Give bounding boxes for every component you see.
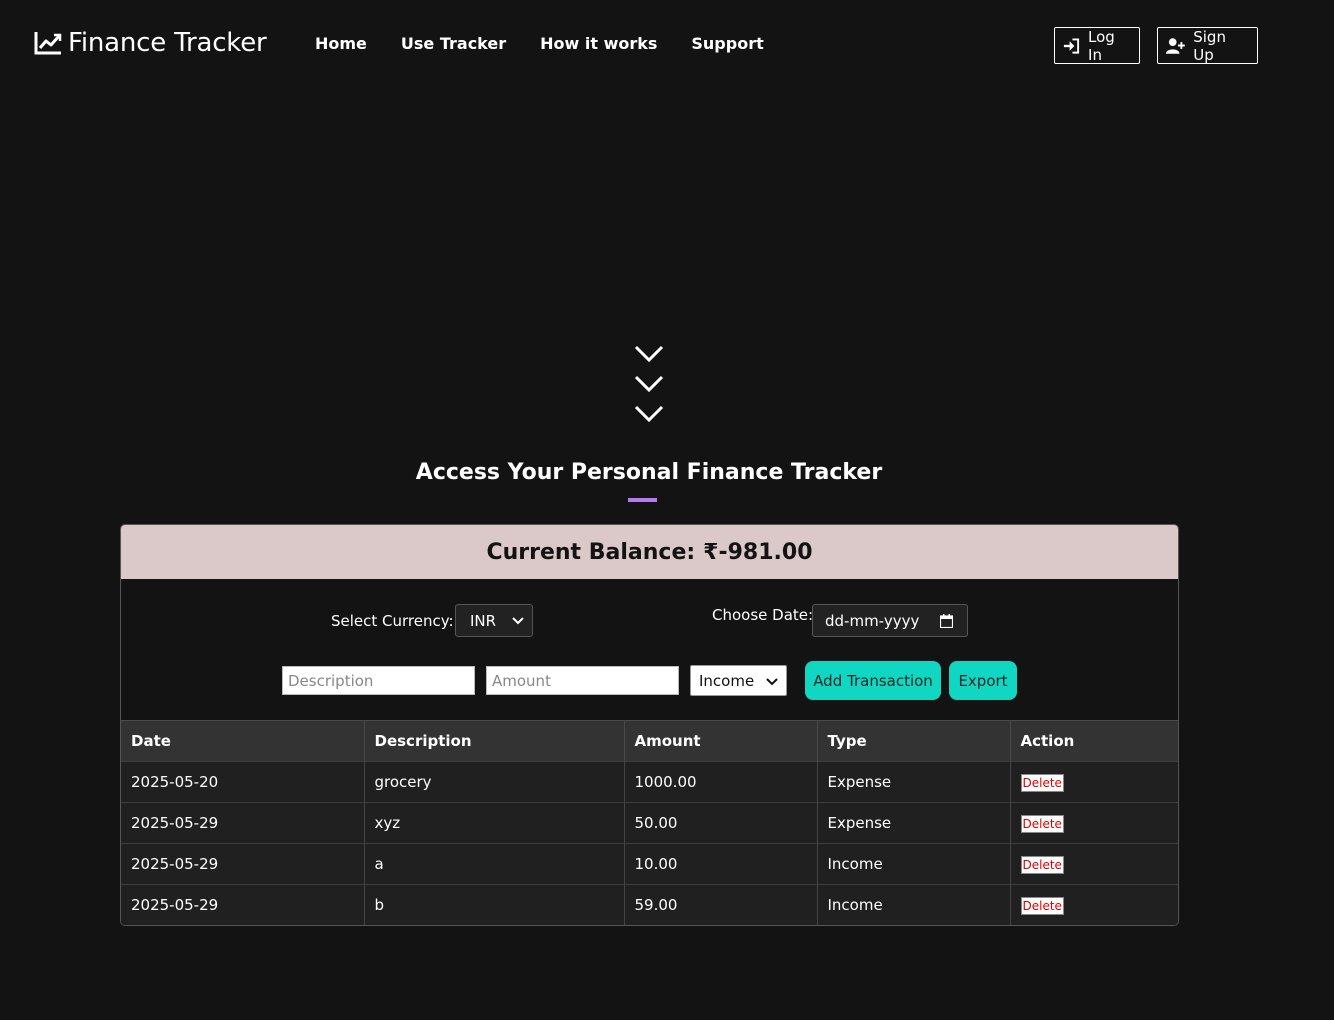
date-placeholder: dd-mm-yyyy <box>825 611 920 630</box>
currency-label: Select Currency: <box>331 612 454 630</box>
cell-date: 2025-05-29 <box>121 802 365 844</box>
nav-support[interactable]: Support <box>691 34 763 53</box>
scroll-indicator[interactable] <box>633 344 665 434</box>
date-input[interactable]: dd-mm-yyyy <box>812 604 968 637</box>
section-title: Access Your Personal Finance Tracker <box>415 460 883 485</box>
cell-action: Delete <box>1010 884 1178 925</box>
table-row: 2025-05-29 b 59.00 Income Delete <box>121 884 1178 925</box>
nav-use-tracker[interactable]: Use Tracker <box>401 34 506 53</box>
cell-date: 2025-05-29 <box>121 843 365 885</box>
balance-label: Current Balance: <box>486 539 696 565</box>
add-transaction-button[interactable]: Add Transaction <box>805 661 941 700</box>
cell-type: Expense <box>817 802 1011 844</box>
cell-type: Income <box>817 884 1011 925</box>
nav-links: Home Use Tracker How it works Support <box>315 34 798 53</box>
header-description: Description <box>364 720 625 762</box>
user-plus-icon <box>1166 37 1185 54</box>
nav-home[interactable]: Home <box>315 34 367 53</box>
brand-name: Finance Tracker <box>68 28 267 58</box>
type-value: Income <box>699 671 755 690</box>
sign-in-icon <box>1063 37 1080 54</box>
cell-amount: 10.00 <box>624 843 818 885</box>
cell-amount: 59.00 <box>624 884 818 925</box>
chevron-down-icon <box>766 678 778 686</box>
cell-amount: 1000.00 <box>624 761 818 803</box>
tracker-card: Current Balance: ₹-981.00 Select Currenc… <box>120 524 1179 926</box>
login-label: Log In <box>1088 27 1115 64</box>
export-button[interactable]: Export <box>949 661 1017 700</box>
description-placeholder: Description <box>288 671 374 690</box>
chevron-down-icon <box>512 617 524 625</box>
description-input[interactable]: Description <box>282 666 475 695</box>
chevron-down-icon <box>634 405 664 423</box>
header-type: Type <box>817 720 1011 762</box>
balance-bar: Current Balance: ₹-981.00 <box>121 525 1178 579</box>
cell-action: Delete <box>1010 802 1178 844</box>
currency-select[interactable]: INR <box>455 604 533 637</box>
chart-line-icon <box>34 32 62 55</box>
delete-button[interactable]: Delete <box>1020 814 1064 833</box>
signup-label: Sign Up <box>1193 27 1226 64</box>
nav-how-it-works[interactable]: How it works <box>540 34 657 53</box>
cell-action: Delete <box>1010 843 1178 885</box>
cell-description: b <box>364 884 625 925</box>
title-underline <box>628 498 657 502</box>
chevron-down-icon <box>634 375 664 393</box>
currency-value: INR <box>470 611 497 630</box>
signup-button[interactable]: Sign Up <box>1157 27 1258 64</box>
balance-value: ₹-981.00 <box>703 539 813 565</box>
header-action: Action <box>1010 720 1178 762</box>
login-button[interactable]: Log In <box>1054 27 1140 64</box>
delete-button[interactable]: Delete <box>1020 773 1064 792</box>
chevron-down-icon <box>634 345 664 363</box>
delete-button[interactable]: Delete <box>1020 896 1064 915</box>
cell-amount: 50.00 <box>624 802 818 844</box>
table-row: 2025-05-29 a 10.00 Income Delete <box>121 843 1178 885</box>
table-header-row: Date Description Amount Type Action <box>121 720 1178 762</box>
table-row: 2025-05-20 grocery 1000.00 Expense Delet… <box>121 761 1178 803</box>
header-date: Date <box>121 720 365 762</box>
date-label: Choose Date: <box>712 606 814 624</box>
cell-type: Income <box>817 843 1011 885</box>
cell-date: 2025-05-29 <box>121 884 365 925</box>
cell-action: Delete <box>1010 761 1178 803</box>
calendar-icon[interactable] <box>940 614 953 628</box>
brand-logo[interactable]: Finance Tracker <box>34 28 267 58</box>
navbar: Finance Tracker Home Use Tracker How it … <box>0 0 1334 92</box>
cell-type: Expense <box>817 761 1011 803</box>
controls-row-settings: Select Currency: INR Choose Date: dd-mm-… <box>121 604 1178 638</box>
cell-description: a <box>364 843 625 885</box>
delete-button[interactable]: Delete <box>1020 855 1064 874</box>
cell-description: xyz <box>364 802 625 844</box>
amount-input[interactable]: Amount <box>486 666 679 695</box>
cell-date: 2025-05-20 <box>121 761 365 803</box>
amount-placeholder: Amount <box>492 671 551 690</box>
transactions-table: Date Description Amount Type Action 2025… <box>121 720 1178 925</box>
controls-row-entry: Description Amount Income Add Transactio… <box>121 661 1178 701</box>
cell-description: grocery <box>364 761 625 803</box>
table-row: 2025-05-29 xyz 50.00 Expense Delete <box>121 802 1178 844</box>
header-amount: Amount <box>624 720 818 762</box>
type-select[interactable]: Income <box>690 665 787 696</box>
